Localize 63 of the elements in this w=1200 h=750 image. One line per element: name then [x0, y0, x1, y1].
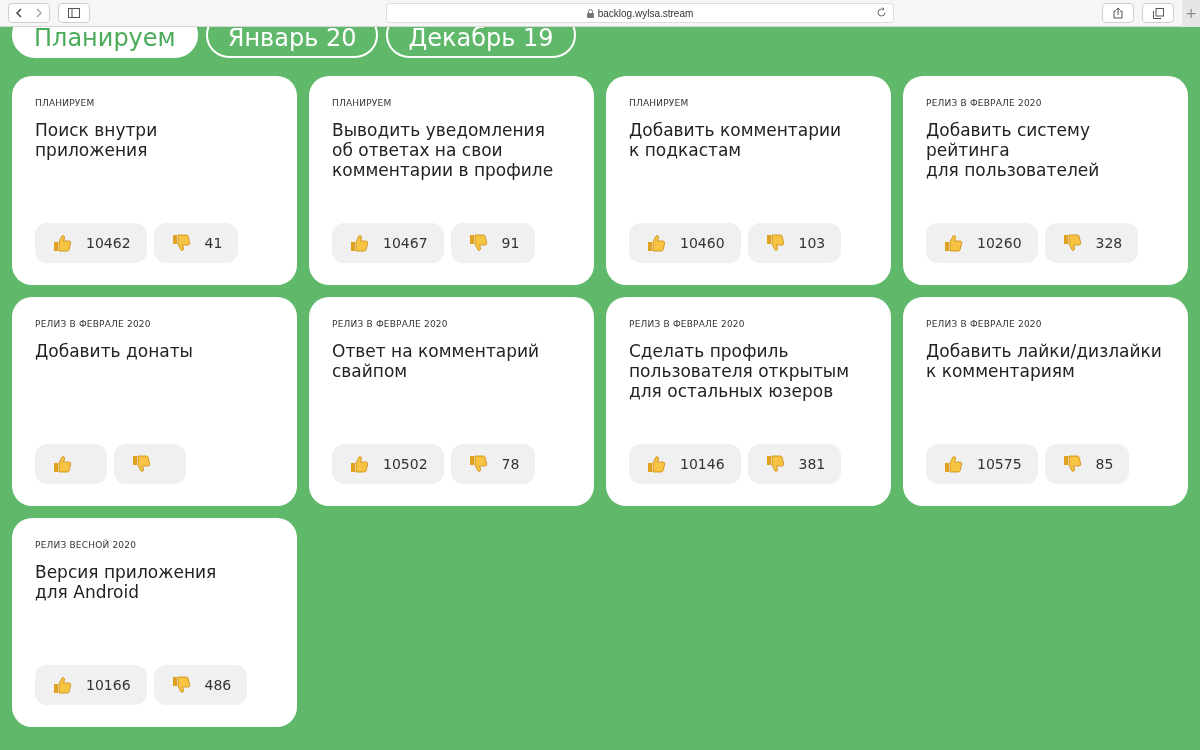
thumbs-down-icon	[1061, 233, 1082, 253]
thumbs-down-icon	[170, 675, 191, 695]
thumbs-up-icon	[52, 233, 72, 253]
like-button[interactable]: 10502	[332, 444, 444, 484]
card-title: Поиск внутри приложения	[35, 120, 159, 162]
card-title: Версия приложения для Android	[35, 562, 218, 604]
thumbs-up-icon	[349, 454, 369, 474]
like-button[interactable]: 10460	[629, 223, 741, 263]
like-button[interactable]: 10575	[926, 444, 1038, 484]
dislike-button[interactable]: 85	[1044, 444, 1130, 484]
card-title: Ответ на комментарий свайпом	[332, 341, 541, 383]
thumbs-down-icon	[764, 233, 785, 253]
dislike-button[interactable]: 328	[1044, 223, 1139, 263]
thumbs-up-icon	[646, 233, 666, 253]
card-title: Выводить уведомления об ответах на свои комментарии в профиле	[332, 120, 555, 182]
thumbs-down-icon	[131, 454, 151, 474]
tabs-button[interactable]	[1142, 3, 1174, 23]
share-button[interactable]	[1102, 3, 1134, 23]
status-label: ПЛАНИРУЕМ	[629, 98, 690, 108]
dislike-button[interactable]: 486	[153, 665, 248, 705]
thumbs-down-icon	[170, 233, 191, 253]
like-button[interactable]: 10146	[629, 444, 741, 484]
like-button[interactable]: 10166	[35, 665, 147, 705]
card-title: Сделать профиль пользователя открытым для остальных юзеров	[629, 341, 851, 403]
thumbs-down-icon	[467, 454, 488, 474]
like-button[interactable]: 10467	[332, 223, 444, 263]
dislike-button[interactable]: 103	[747, 223, 842, 263]
card-title: Добавить систему рейтинга для пользователей	[926, 120, 1101, 182]
share-icon	[1113, 7, 1123, 19]
status-label: РЕЛИЗ В ФЕВРАЛЕ 2020	[629, 319, 746, 329]
card-title: Добавить комментарии к подкастам	[629, 120, 843, 162]
like-button[interactable]: 10462	[35, 223, 147, 263]
thumbs-down-icon	[1061, 454, 1082, 474]
status-label: РЕЛИЗ В ФЕВРАЛЕ 2020	[35, 319, 152, 329]
thumbs-up-icon	[943, 454, 963, 474]
status-label: РЕЛИЗ В ФЕВРАЛЕ 2020	[926, 319, 1043, 329]
address-bar[interactable]: backlog.wylsa.stream	[386, 3, 894, 23]
status-label: РЕЛИЗ В ФЕВРАЛЕ 2020	[926, 98, 1043, 108]
thumbs-up-icon	[52, 454, 72, 474]
reload-icon[interactable]	[876, 7, 887, 18]
like-button[interactable]: 10260	[926, 223, 1038, 263]
tabs-icon	[1152, 7, 1164, 19]
card-title: Добавить донаты	[35, 341, 194, 363]
dislike-button[interactable]: 91	[450, 223, 536, 263]
chevron-right-icon	[35, 8, 43, 18]
card-title: Добавить лайки/дизлайки к комментариям	[926, 341, 1163, 383]
lock-icon	[586, 8, 594, 18]
status-label: РЕЛИЗ В ФЕВРАЛЕ 2020	[332, 319, 449, 329]
thumbs-down-icon	[764, 454, 785, 474]
thumbs-up-icon	[52, 675, 72, 695]
sidebar-button[interactable]	[58, 3, 90, 23]
chevron-left-icon	[15, 8, 23, 18]
sidebar-icon	[68, 8, 80, 18]
status-label: РЕЛИЗ ВЕСНОЙ 2020	[35, 540, 138, 550]
status-label: ПЛАНИРУЕМ	[332, 98, 393, 108]
status-label: ПЛАНИРУЕМ	[35, 98, 96, 108]
thumbs-up-icon	[943, 233, 963, 253]
thumbs-up-icon	[646, 454, 666, 474]
dislike-button[interactable]: 78	[450, 444, 536, 484]
dislike-button[interactable]: 381	[747, 444, 842, 484]
dislike-button[interactable]: 41	[153, 223, 239, 263]
thumbs-down-icon	[467, 233, 488, 253]
thumbs-up-icon	[349, 233, 369, 253]
